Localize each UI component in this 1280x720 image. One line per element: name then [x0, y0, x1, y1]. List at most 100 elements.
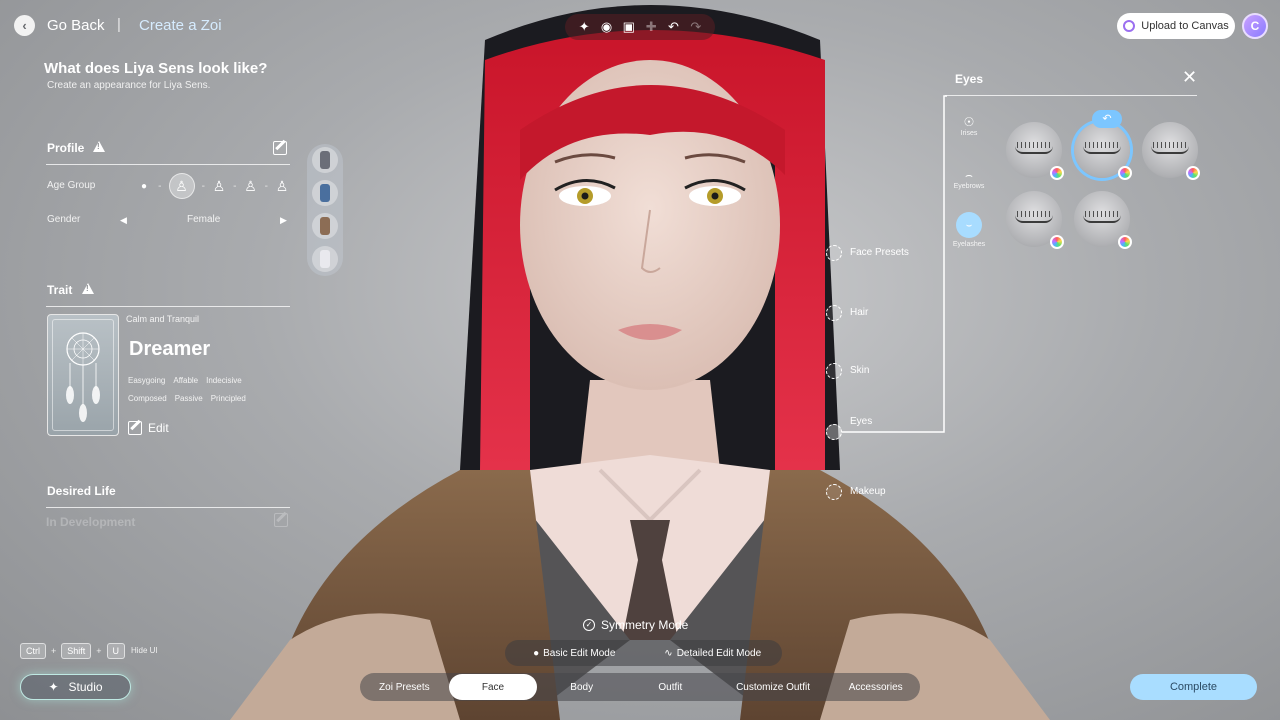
pose-icon[interactable]: ✚	[642, 19, 660, 35]
profile-edit-icon[interactable]	[273, 141, 287, 155]
tab-accessories[interactable]: Accessories	[831, 674, 920, 700]
eyelash-swatch[interactable]	[1074, 191, 1132, 249]
focus-icon[interactable]: ▣	[620, 19, 638, 35]
color-wheel-icon[interactable]	[1118, 166, 1132, 180]
color-wheel-icon[interactable]	[1050, 235, 1064, 249]
hair-dot[interactable]	[826, 305, 842, 321]
region-eyes[interactable]: Eyes	[850, 416, 872, 427]
age-group-label: Age Group	[47, 180, 96, 191]
trait-heading: Trait	[47, 283, 73, 297]
outfit-formal[interactable]	[312, 147, 338, 173]
trait-tag: Composed	[128, 394, 167, 403]
symmetry-label: Symmetry Mode	[601, 618, 689, 632]
desired-life-status: In Development	[46, 515, 136, 529]
region-skin[interactable]: Skin	[850, 365, 869, 376]
breadcrumb-current: Create a Zoi	[139, 17, 222, 34]
redo-icon[interactable]: ↷	[687, 19, 705, 35]
gender-next-icon[interactable]: ▶	[280, 215, 287, 226]
trait-tags-row1: Easygoing Affable Indecisive	[128, 376, 242, 385]
eyelash-swatch[interactable]	[1006, 122, 1064, 180]
trait-edit-label: Edit	[148, 421, 169, 435]
eyes-panel-divider	[945, 95, 1197, 96]
category-irises[interactable]: ☉ Irises	[947, 115, 991, 137]
desired-life-edit-icon	[274, 513, 288, 527]
check-icon: ✓	[583, 619, 595, 631]
region-makeup[interactable]: Makeup	[850, 486, 886, 497]
eyes-dot[interactable]	[826, 424, 842, 440]
revert-icon[interactable]: ↶	[1092, 110, 1122, 128]
upload-to-canvas-button[interactable]: Upload to Canvas	[1117, 13, 1235, 39]
trait-tag: Passive	[174, 394, 203, 403]
face-presets-dot[interactable]	[826, 245, 842, 261]
tab-body[interactable]: Body	[537, 674, 626, 700]
region-hair[interactable]: Hair	[850, 307, 868, 318]
age-infant-icon[interactable]: ●	[137, 181, 151, 192]
category-eyebrows[interactable]: ⌢ Eyebrows	[947, 168, 991, 190]
outfit-casual[interactable]	[312, 180, 338, 206]
back-button[interactable]: ‹	[14, 15, 35, 36]
trait-divider	[46, 306, 290, 307]
warning-icon	[93, 141, 105, 152]
iris-icon: ☉	[963, 115, 975, 129]
sparkle-icon[interactable]: ✦	[575, 19, 593, 35]
detailed-edit-mode-button[interactable]: ∿ Detailed Edit Mode	[644, 648, 783, 659]
complete-button[interactable]: Complete	[1130, 674, 1257, 700]
gender-prev-icon[interactable]: ◀	[120, 215, 127, 226]
canvas-icon	[1123, 20, 1136, 32]
head-icon: ●	[533, 647, 540, 659]
color-wheel-icon[interactable]	[1050, 166, 1064, 180]
hide-ui-hint: Hide UI	[131, 646, 158, 655]
eyelash-icon: ⌣	[956, 212, 982, 238]
page-subtitle: Create an appearance for Liya Sens.	[47, 80, 211, 91]
wand-icon: ✦	[48, 680, 59, 694]
trait-tag: Easygoing	[128, 376, 166, 385]
page-title: What does Liya Sens look like?	[44, 60, 268, 77]
outfit-quick-select	[307, 144, 343, 276]
age-elder-icon[interactable]: ♙	[275, 178, 289, 195]
key-u: U	[106, 643, 126, 659]
age-teen-icon[interactable]: ♙	[212, 178, 226, 195]
trait-edit-button[interactable]: Edit	[128, 421, 169, 435]
undo-icon[interactable]: ↶	[664, 19, 682, 35]
camera-icon[interactable]: ◉	[597, 19, 615, 35]
eyelash-swatch[interactable]	[1006, 191, 1064, 249]
studio-button[interactable]: ✦ Studio	[20, 674, 131, 700]
trait-tags-row2: Composed Passive Principled	[128, 394, 246, 403]
color-wheel-icon[interactable]	[1118, 235, 1132, 249]
trait-card-image[interactable]	[47, 314, 119, 436]
close-icon[interactable]: ✕	[1182, 67, 1197, 88]
tab-outfit[interactable]: Outfit	[626, 674, 715, 700]
key-shift: Shift	[61, 643, 92, 659]
eyelash-swatch[interactable]	[1142, 122, 1200, 180]
age-child-icon[interactable]: ♙	[168, 173, 195, 199]
category-tabs: Zoi Presets Face Body Outfit Customize O…	[360, 673, 920, 701]
tab-zoi-presets[interactable]: Zoi Presets	[360, 674, 449, 700]
eyes-panel-title: Eyes	[955, 72, 984, 86]
desired-life-divider	[46, 507, 290, 508]
region-face-presets[interactable]: Face Presets	[850, 247, 909, 258]
trait-tag: Affable	[173, 376, 199, 385]
go-back-link[interactable]: Go Back	[47, 17, 105, 34]
edit-mode-bar: ● Basic Edit Mode ∿ Detailed Edit Mode	[505, 640, 782, 666]
tab-face[interactable]: Face	[448, 674, 538, 700]
breadcrumb-separator: |	[117, 16, 121, 33]
edit-icon	[128, 421, 142, 435]
user-avatar[interactable]: C	[1242, 13, 1268, 39]
symmetry-toggle[interactable]: ✓ Symmetry Mode	[583, 618, 688, 632]
dreamcatcher-icon	[66, 332, 100, 422]
makeup-dot[interactable]	[826, 484, 842, 500]
tab-customize-outfit[interactable]: Customize Outfit	[715, 674, 832, 700]
eyelash-swatch-selected[interactable]: ↶	[1074, 110, 1132, 180]
desired-life-heading: Desired Life	[47, 484, 116, 498]
eyebrow-icon: ⌢	[965, 168, 973, 182]
skin-dot[interactable]	[826, 363, 842, 379]
outfit-outerwear[interactable]	[312, 213, 338, 239]
age-adult-icon[interactable]: ♙	[244, 178, 258, 195]
region-connector	[842, 95, 947, 433]
hide-ui-hotkey: Ctrl + Shift + U	[20, 643, 126, 659]
category-eyelashes[interactable]: ⌣ Eyelashes	[947, 212, 991, 248]
studio-label: Studio	[68, 680, 103, 694]
outfit-sleepwear[interactable]	[312, 246, 338, 272]
basic-edit-mode-button[interactable]: ● Basic Edit Mode	[505, 648, 644, 659]
color-wheel-icon[interactable]	[1186, 166, 1200, 180]
